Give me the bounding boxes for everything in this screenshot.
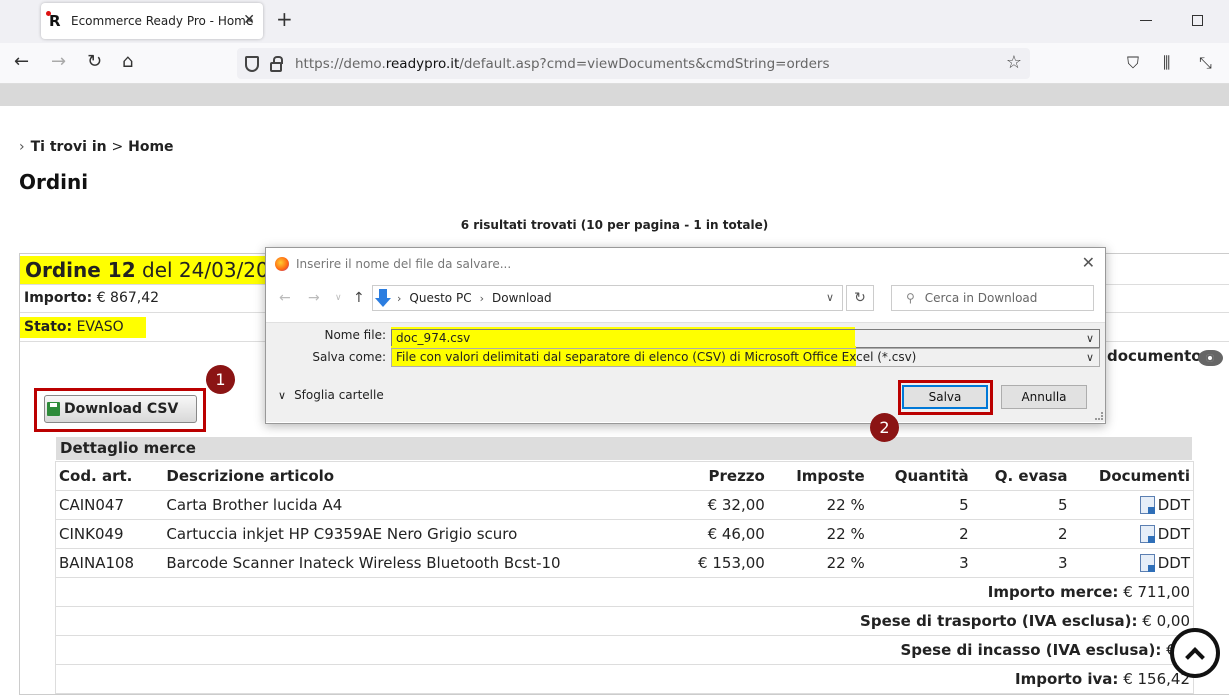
chevron-down-icon[interactable]: ∨ xyxy=(1086,330,1094,347)
chevron-down-icon[interactable]: ∨ xyxy=(335,293,342,303)
eye-icon[interactable] xyxy=(1198,350,1223,366)
col-description: Descrizione articolo xyxy=(163,461,604,491)
filetype-select[interactable]: File con valori delimitati dal separator… xyxy=(391,348,1100,367)
ddt-link[interactable]: DDT xyxy=(1070,519,1194,549)
tracking-shield-icon[interactable] xyxy=(245,55,259,72)
site-header-band xyxy=(0,84,1229,106)
scroll-to-top-button[interactable] xyxy=(1170,628,1220,678)
ddt-link[interactable]: DDT xyxy=(1070,548,1194,578)
back-arrow-icon[interactable]: ← xyxy=(14,52,29,72)
tab-bar: R Ecommerce Ready Pro - Home ✕ + xyxy=(0,0,1229,43)
extensions-icon[interactable]: ⤡ xyxy=(1199,53,1212,73)
download-csv-button[interactable]: Download CSV xyxy=(44,395,197,423)
chevron-down-icon[interactable]: ∨ xyxy=(826,291,834,304)
dialog-title: Inserire il nome del file da salvare... xyxy=(296,257,512,271)
chevron-right-icon: › xyxy=(479,291,484,305)
maximize-window-icon[interactable] xyxy=(1192,15,1203,26)
detail-section-title: Dettaglio merce xyxy=(56,437,1192,460)
page-title: Ordini xyxy=(19,170,89,194)
chevron-up-icon xyxy=(1185,647,1205,667)
order-amount: Importo: € 867,42 xyxy=(24,290,160,306)
order-items-table: Cod. art. Descrizione articolo Prezzo Im… xyxy=(55,461,1194,694)
col-code: Cod. art. xyxy=(55,461,164,491)
close-icon[interactable]: ✕ xyxy=(1082,253,1095,272)
total-row-shipping: Spese di trasporto (IVA esclusa): € 0,00 xyxy=(55,606,1194,636)
resize-grip-icon[interactable] xyxy=(1095,412,1103,420)
home-icon[interactable]: ⌂ xyxy=(122,52,133,72)
path-segment[interactable]: Questo PC xyxy=(409,291,471,305)
library-icon[interactable]: ⫼ xyxy=(1163,53,1170,73)
ddt-link[interactable]: DDT xyxy=(1070,490,1194,520)
filename-label: Nome file: xyxy=(324,328,386,342)
forward-arrow-icon[interactable]: → xyxy=(51,52,66,72)
order-status: Stato: EVASO xyxy=(20,317,146,338)
lock-icon[interactable] xyxy=(270,55,283,72)
close-tab-icon[interactable]: ✕ xyxy=(243,12,255,28)
navigation-toolbar: ← → ↻ ⌂ https://demo.readypro.it/default… xyxy=(0,43,1229,84)
cancel-button[interactable]: Annulla xyxy=(1001,385,1087,409)
results-count: 6 risultati trovati (10 per pagina - 1 i… xyxy=(460,218,769,232)
firefox-icon xyxy=(275,257,289,271)
document-icon xyxy=(1139,496,1155,515)
url-text[interactable]: https://demo.readypro.it/default.asp?cmd… xyxy=(295,56,830,72)
chevron-down-icon[interactable]: ∨ xyxy=(1086,349,1094,366)
save-file-dialog: Inserire il nome del file da salvare... … xyxy=(265,247,1106,424)
table-row: CAIN047 Carta Brother lucida A4 € 32,00 … xyxy=(55,490,1194,520)
order-title: Ordine 12 del 24/03/202 xyxy=(20,256,288,284)
save-button[interactable]: Salva xyxy=(902,385,988,409)
refresh-button[interactable]: ↻ xyxy=(846,285,874,311)
bookmark-star-icon[interactable]: ☆ xyxy=(1006,52,1022,73)
col-documents: Documenti xyxy=(1070,461,1194,491)
minimize-window-icon[interactable] xyxy=(1140,20,1152,21)
up-arrow-icon[interactable]: ↑ xyxy=(353,290,365,306)
total-row-collection: Spese di incasso (IVA esclusa): € 0 xyxy=(55,635,1194,665)
filetype-label: Salva come: xyxy=(312,350,386,364)
document-icon xyxy=(1139,525,1155,544)
chevron-right-icon: › xyxy=(397,291,402,305)
total-row-goods: Importo merce: € 711,00 xyxy=(55,577,1194,607)
path-breadcrumb[interactable]: › Questo PC › Download ∨ xyxy=(372,285,843,311)
back-arrow-icon[interactable]: ← xyxy=(279,290,291,306)
step-badge-1: 1 xyxy=(206,365,235,394)
browse-folders-toggle[interactable]: ∨ Sfoglia cartelle xyxy=(278,388,384,402)
readypro-favicon-icon: R xyxy=(46,11,65,29)
save-disk-icon xyxy=(47,402,60,416)
search-input[interactable]: ⚲ Cerca in Download xyxy=(891,285,1094,311)
table-row: BAINA108 Barcode Scanner Inateck Wireles… xyxy=(55,548,1194,578)
pocket-icon[interactable]: ⛉ xyxy=(1127,53,1139,73)
browser-tab[interactable]: R Ecommerce Ready Pro - Home ✕ xyxy=(41,3,263,39)
tab-title: Ecommerce Ready Pro - Home xyxy=(71,14,254,28)
col-tax: Imposte xyxy=(767,461,868,491)
table-row: CINK049 Cartuccia inkjet HP C9359AE Nero… xyxy=(55,519,1194,549)
download-folder-icon xyxy=(375,289,391,307)
dialog-nav-bar: ← → ∨ ↑ › Questo PC › Download ∨ ↻ ⚲ Cerc… xyxy=(266,279,1105,317)
search-icon: ⚲ xyxy=(906,291,915,305)
breadcrumb-home-link[interactable]: Home xyxy=(128,139,173,155)
forward-arrow-icon[interactable]: → xyxy=(308,290,320,306)
chevron-right-icon: › xyxy=(19,139,25,155)
total-row-vat: Importo iva: € 156,42 xyxy=(55,664,1194,694)
address-bar[interactable]: https://demo.readypro.it/default.asp?cmd… xyxy=(237,48,1030,79)
col-qty-done: Q. evasa xyxy=(971,461,1071,491)
col-qty: Quantità xyxy=(867,461,972,491)
step-badge-2: 2 xyxy=(870,413,899,442)
chevron-down-icon: ∨ xyxy=(278,389,287,402)
table-header-row: Cod. art. Descrizione articolo Prezzo Im… xyxy=(55,461,1194,491)
dialog-form: Nome file: doc_974.csv ∨ Salva come: Fil… xyxy=(266,322,1105,422)
new-tab-icon[interactable]: + xyxy=(276,9,293,29)
col-price: Prezzo xyxy=(603,461,768,491)
document-icon xyxy=(1139,554,1155,573)
document-link-label[interactable]: documento xyxy=(1107,347,1202,365)
reload-icon[interactable]: ↻ xyxy=(87,52,102,72)
path-segment[interactable]: Download xyxy=(492,291,552,305)
breadcrumb: › Ti trovi in > Home xyxy=(19,139,174,155)
